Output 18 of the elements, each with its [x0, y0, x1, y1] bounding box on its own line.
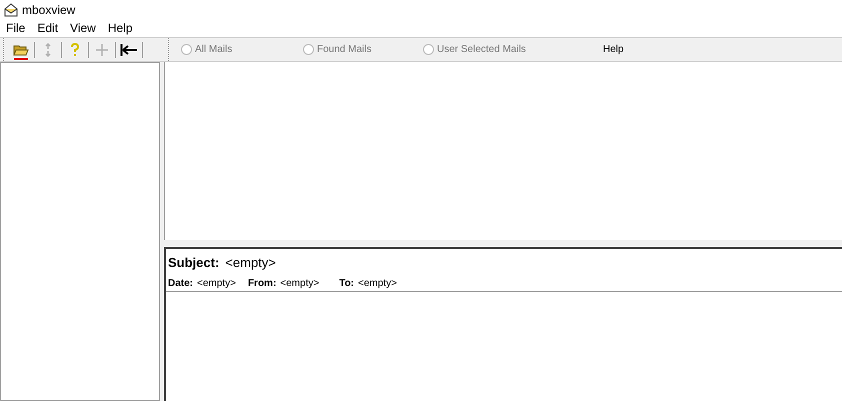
field-value: <empty> [197, 276, 236, 290]
field-label: From: [248, 276, 276, 290]
arrow-to-bar-icon [120, 42, 138, 56]
menu-item[interactable]: Edit [31, 19, 64, 37]
question-mark-icon [70, 42, 80, 56]
field-label: Date: [168, 276, 194, 290]
field-value: <empty> [358, 276, 397, 290]
envelope-icon [4, 2, 18, 16]
menu-item[interactable]: File [0, 19, 32, 37]
help-label: Help [603, 43, 624, 57]
window-title: mboxview [22, 2, 76, 18]
menu-item[interactable]: Help [102, 19, 139, 37]
subject-label: Subject: [168, 254, 220, 272]
plus-icon [95, 42, 109, 56]
field-value: <empty> [280, 276, 320, 290]
field-label: To: [339, 276, 354, 290]
menu-item[interactable]: View [64, 19, 102, 37]
subject-value: <empty> [225, 254, 276, 272]
